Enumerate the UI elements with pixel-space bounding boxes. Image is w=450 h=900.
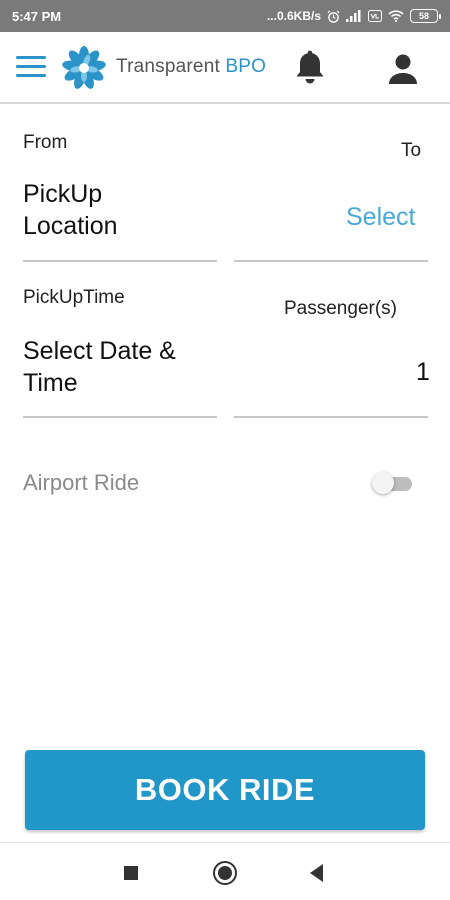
wifi-icon [388,10,404,22]
home-icon[interactable] [213,861,237,885]
signal-icon [346,10,362,22]
app-screen: 5:47 PM ...0.6KB/s 58 Transparent BPO Fr… [0,0,450,900]
destination-underline [234,260,428,262]
alarm-icon [327,10,340,23]
battery-level: 58 [418,11,429,21]
back-icon[interactable] [310,864,323,882]
datetime-underline [23,416,217,418]
passengers-underline [234,416,428,418]
menu-icon[interactable] [16,56,46,80]
datetime-line2: Time [23,369,78,397]
brand-main: Transparent [116,56,226,77]
recents-icon[interactable] [124,866,138,880]
user-icon[interactable] [386,52,420,86]
toggle-thumb [372,472,394,494]
brand-accent: BPO [225,56,267,77]
from-label: From [23,132,68,153]
brand-name: Transparent BPO [116,56,266,78]
system-nav-bar [0,842,450,900]
pickup-location-line2: Location [23,212,118,240]
battery-icon: 58 [410,9,441,23]
datetime-line1: Select Date & [23,337,176,365]
logo-icon [62,46,106,90]
pickup-location-line1: PickUp [23,180,103,208]
book-ride-button[interactable]: BOOK RIDE [25,750,425,830]
app-bar: Transparent BPO [0,32,450,104]
pickup-location-field[interactable]: PickUp Location [23,178,118,242]
pickup-time-label: PickUpTime [23,287,125,308]
to-label: To [401,140,422,161]
passengers-input[interactable]: 1 [416,356,430,388]
network-speed: ...0.6KB/s [266,9,321,23]
status-indicators: ...0.6KB/s 58 [266,9,441,23]
bell-icon[interactable] [294,50,326,86]
airport-ride-label: Airport Ride [23,470,140,495]
passengers-label: Passenger(s) [284,298,397,319]
datetime-field[interactable]: Select Date & Time [23,335,176,399]
pickup-location-underline [23,260,217,262]
destination-select[interactable]: Select [346,203,415,232]
volte-icon [368,10,382,22]
airport-ride-toggle[interactable] [372,472,416,494]
status-bar: 5:47 PM ...0.6KB/s 58 [0,0,450,32]
status-time: 5:47 PM [12,8,62,24]
